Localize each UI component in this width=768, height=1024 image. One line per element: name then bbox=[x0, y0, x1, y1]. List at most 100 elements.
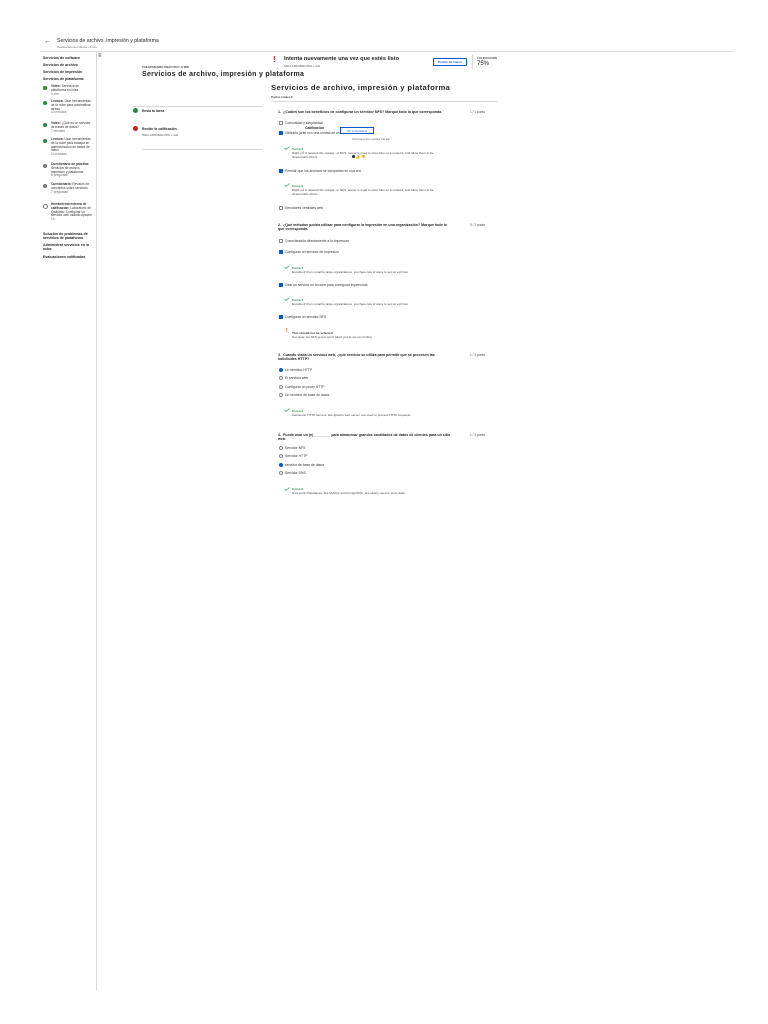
option-label: Comodidad y simplicidad bbox=[285, 121, 323, 125]
option-label: Servidor HTTP bbox=[285, 454, 308, 458]
radio[interactable] bbox=[279, 385, 283, 389]
feedback-text: Not quite. An NFS server won't allow you… bbox=[292, 335, 373, 339]
cursor-dot-icon bbox=[352, 155, 355, 158]
quiz-icon bbox=[43, 184, 47, 188]
top-bar: ← Servicios de archivo, impresión y plat… bbox=[0, 0, 768, 52]
question-4: 4. Puede usar un (n) ________ para almac… bbox=[278, 433, 451, 442]
checkbox-checked[interactable] bbox=[279, 250, 283, 254]
grade-sub: PARA APROBAR 80% o más bbox=[142, 133, 179, 137]
completed-icon bbox=[43, 139, 47, 143]
option-label: Configurar un servidor de impresión bbox=[285, 250, 339, 254]
checkbox[interactable] bbox=[279, 206, 283, 210]
question-2-points: 0 / 1 punto bbox=[470, 223, 486, 227]
sidebar-divider bbox=[96, 52, 97, 990]
sidebar-lesson[interactable]: Cuestionario: Revisión de conceptos sobr… bbox=[51, 182, 93, 194]
option-label: Configurar un proxy HTTP bbox=[285, 385, 325, 389]
popover-label: Calificación bbox=[305, 126, 325, 130]
page-subtitle: Cuestionario de práctica • 8 min bbox=[57, 44, 97, 49]
view-feedback-button[interactable]: Ver comentarios bbox=[340, 127, 374, 134]
sidebar-item-graded[interactable]: Evaluaciones calificadas bbox=[43, 255, 85, 259]
radio-selected[interactable] bbox=[279, 463, 283, 467]
feedback-text: Nice work! Databases, like MySQL and Pos… bbox=[292, 491, 406, 495]
menu-icon[interactable]: ≡ bbox=[98, 53, 102, 59]
sidebar-item-cloud[interactable]: Administrar servicios en la nube bbox=[43, 243, 93, 251]
radio[interactable] bbox=[279, 376, 283, 380]
sidebar-lesson[interactable]: Video: ¿Qué es un servidor de bases de d… bbox=[51, 121, 93, 133]
quiz-heading: Servicios de archivo, impresión y plataf… bbox=[142, 71, 305, 78]
warning-icon: ! bbox=[273, 55, 276, 64]
completed-icon bbox=[43, 123, 47, 127]
sidebar-item-files[interactable]: Servicios de archivo bbox=[43, 63, 78, 67]
sidebar-lesson[interactable]: Herramienta externa de calificación: Lab… bbox=[51, 202, 93, 222]
reaction-icons[interactable]: 👍 👎 bbox=[352, 155, 366, 159]
top-divider bbox=[40, 51, 733, 52]
submit-label: Envía tu tarea bbox=[142, 109, 165, 113]
checkbox[interactable] bbox=[279, 239, 283, 243]
check-icon bbox=[284, 265, 290, 269]
option-label: Configurar un servidor NFS bbox=[285, 315, 327, 319]
option-label: servidor de base de datos bbox=[285, 463, 325, 467]
sidebar-lesson[interactable]: Lectura: Usar herramientas de la nube pa… bbox=[51, 137, 93, 157]
check-icon bbox=[284, 146, 290, 150]
option-label: Un servidor HTTP bbox=[285, 368, 313, 372]
feedback-text: Excellent! From small to large organizat… bbox=[292, 270, 409, 274]
feedback-text: Excellent! From small to large organizat… bbox=[292, 302, 409, 306]
sidebar-item-print[interactable]: Servicios de impresión bbox=[43, 70, 82, 74]
sidebar-item-troubleshooting[interactable]: Solución de problemas de servicios de pl… bbox=[43, 232, 93, 240]
checkbox-checked[interactable] bbox=[279, 315, 283, 319]
question-2: 2. ¿Qué métodos podría utilizar para con… bbox=[278, 223, 447, 232]
checkbox-checked[interactable] bbox=[279, 169, 283, 173]
feedback-text: Awesome! HTTP servers, like Apache web s… bbox=[292, 413, 411, 417]
retry-button[interactable]: Probar de nuevo bbox=[433, 58, 467, 66]
checkbox-checked[interactable] bbox=[279, 283, 283, 287]
option-label: Servidor DNS bbox=[285, 471, 306, 475]
quiz-icon bbox=[43, 164, 47, 168]
thumbs-up-icon[interactable]: 👍 bbox=[356, 155, 360, 159]
error-icon: ! bbox=[286, 328, 288, 334]
sidebar-lesson[interactable]: Lectura: Usar herramientas de la nube pa… bbox=[51, 99, 93, 115]
check-icon bbox=[284, 183, 290, 187]
radio[interactable] bbox=[279, 471, 283, 475]
grade-label: Recibir la calificación bbox=[142, 127, 177, 131]
option-label: Utilizarlo junto con una unidad de red bbox=[285, 131, 341, 135]
lab-icon bbox=[43, 204, 48, 209]
question-1: 1. ¿Cuáles son los beneficios de configu… bbox=[278, 110, 443, 114]
checkbox-checked[interactable] bbox=[279, 131, 283, 135]
banner-sub: PARA APROBAR 80% o más bbox=[284, 64, 321, 68]
back-arrow-icon[interactable]: ← bbox=[44, 38, 51, 45]
divider bbox=[142, 149, 263, 150]
radio[interactable] bbox=[279, 446, 283, 450]
radio[interactable] bbox=[279, 393, 283, 397]
check-icon bbox=[284, 408, 290, 412]
radio-selected[interactable] bbox=[279, 368, 283, 372]
checkbox[interactable] bbox=[279, 121, 283, 125]
popover-note: Conservaremos tu puntaje más alto bbox=[352, 138, 390, 141]
grade-status-icon bbox=[133, 126, 138, 131]
retry-button-label: Probar de nuevo bbox=[438, 60, 462, 64]
option-label: Servidores centrales web bbox=[285, 206, 324, 210]
check-icon bbox=[284, 487, 290, 491]
quiz-title: Servicios de archivo, impresión y plataf… bbox=[271, 83, 451, 92]
sidebar-item-platform[interactable]: Servicios de plataforma bbox=[43, 77, 84, 81]
sidebar-item-software[interactable]: Servicios de software bbox=[43, 56, 80, 60]
completed-icon bbox=[43, 86, 47, 90]
quiz-kicker: CUESTIONARIO PRÁCTICO • 8 MIN bbox=[142, 65, 189, 69]
submit-status-icon bbox=[133, 108, 138, 113]
divider bbox=[472, 55, 473, 69]
divider bbox=[271, 101, 497, 102]
sidebar-lesson-current[interactable]: Cuestionario de práctica: Servicios de a… bbox=[51, 162, 93, 178]
thumbs-down-icon[interactable]: 👎 bbox=[361, 155, 365, 159]
option-label: Un servidor de base de datos bbox=[285, 393, 330, 397]
option-label: El servidor web bbox=[285, 376, 309, 380]
divider bbox=[133, 106, 263, 107]
check-icon bbox=[284, 297, 290, 301]
feedback-text: Right on! A network file storage, or NFS… bbox=[292, 151, 434, 159]
sidebar-lesson[interactable]: Video: Servicios de plataforma en línea 4… bbox=[51, 84, 93, 96]
banner-title: Intenta nuevamente una vez que estés lis… bbox=[284, 56, 400, 62]
question-1-points: 1 / 1 punto bbox=[470, 110, 486, 114]
option-label: Servidor NFS bbox=[285, 446, 306, 450]
feedback-text: Right on! A network file storage, or NFS… bbox=[292, 188, 434, 196]
radio[interactable] bbox=[279, 454, 283, 458]
option-label: Permitir que los archivos se compartan e… bbox=[285, 169, 361, 173]
score-value: 75% bbox=[477, 61, 490, 67]
